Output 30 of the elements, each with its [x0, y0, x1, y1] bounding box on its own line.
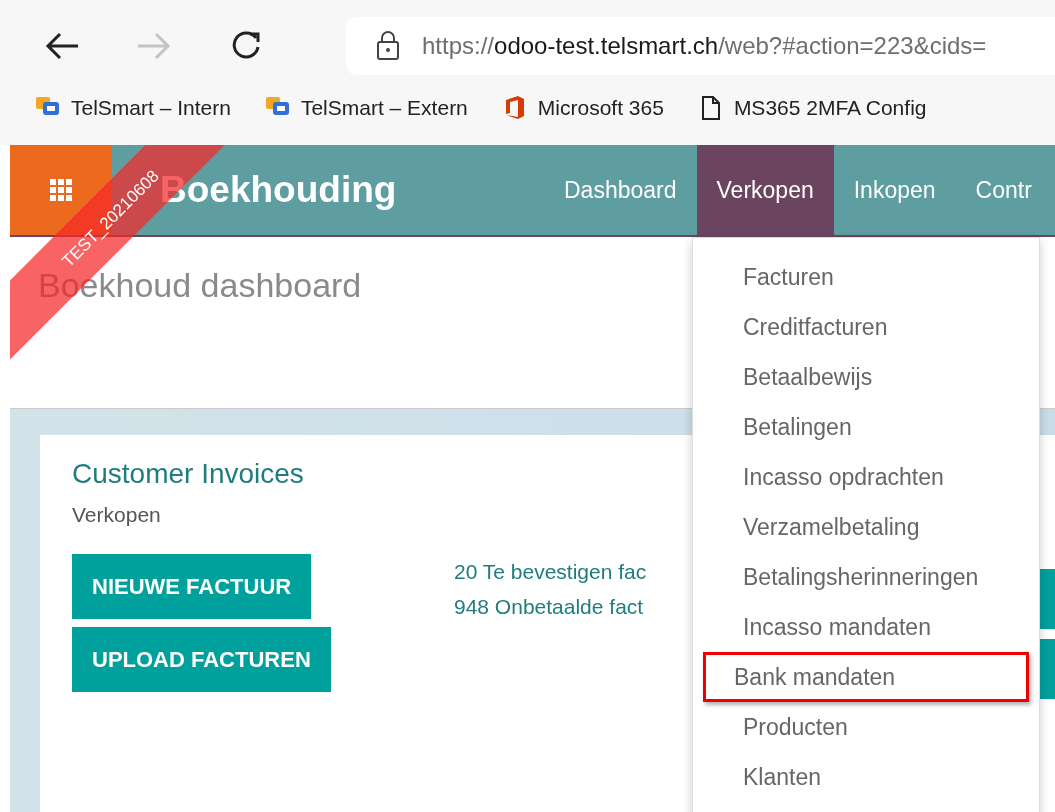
dropdown-item[interactable]: Betaalbewijs [703, 352, 1029, 402]
back-arrow-icon [44, 31, 80, 61]
dropdown-item[interactable]: Incasso mandaten [703, 602, 1029, 652]
count-link[interactable]: 20 Te bevestigen fac [454, 554, 647, 590]
action-button[interactable]: UPLOAD FACTUREN [72, 627, 331, 693]
dropdown-item[interactable]: Creditfacturen [703, 302, 1029, 352]
dropdown-item[interactable]: Verzamelbetaling [703, 502, 1029, 552]
dropdown-item[interactable]: Betalingsherinneringen [703, 552, 1029, 602]
count-link[interactable]: 948 Onbetaalde fact [454, 589, 647, 625]
bookmark-link[interactable]: TelSmart – Extern [264, 91, 468, 124]
address-bar[interactable]: https://odoo-test.telsmart.ch/web?#action=223&cids= [346, 17, 1055, 75]
menu-tab[interactable]: Dashboard [544, 145, 697, 235]
dropdown-item[interactable]: Incasso opdrachten [703, 452, 1029, 502]
menu-tab[interactable]: Inkopen [833, 145, 956, 235]
action-button[interactable]: NIEUWE FACTUUR [72, 554, 312, 620]
dropdown-item[interactable]: Facturen [703, 252, 1029, 302]
bookmark-link[interactable]: Microsoft 365 [501, 91, 664, 124]
lock-icon [376, 31, 400, 61]
card-title[interactable]: Customer Invoices [72, 457, 304, 491]
url-text: https://odoo-test.telsmart.ch/web?#action=223&cids= [422, 31, 987, 61]
dropdown-item[interactable]: Klanten [703, 752, 1029, 802]
menu-tab[interactable]: Verkopen [696, 145, 834, 235]
dropdown-item[interactable]: Bank mandaten [703, 652, 1029, 702]
menu-tab[interactable]: Contr [955, 145, 1052, 235]
bookmark-link[interactable]: TelSmart – Intern [35, 91, 231, 124]
bookmark-link[interactable]: MS365 2MFA Config [697, 91, 927, 124]
card-subtitle: Verkopen [72, 501, 161, 528]
forward-arrow-icon [136, 31, 172, 61]
dropdown-item[interactable]: Producten [703, 702, 1029, 752]
dropdown-item[interactable]: Betalingen [703, 402, 1029, 452]
